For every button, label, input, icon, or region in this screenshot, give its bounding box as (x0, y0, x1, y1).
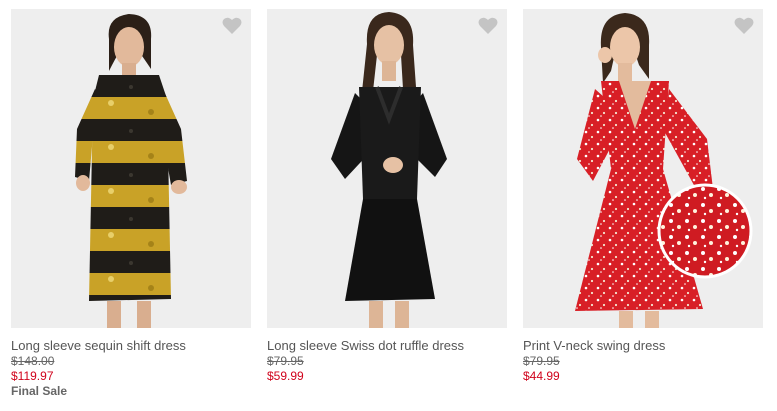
product-card: Long sleeve sequin shift dress $148.00 $… (11, 9, 251, 399)
product-card: Print V-neck swing dress $79.95 $44.99 (523, 9, 763, 384)
sale-price: $59.99 (267, 369, 304, 383)
product-image[interactable] (267, 9, 507, 328)
sale-price: $119.97 (11, 369, 54, 383)
heart-icon[interactable] (478, 17, 498, 35)
product-image[interactable] (523, 9, 763, 328)
product-info: Long sleeve sequin shift dress $148.00 $… (11, 328, 251, 399)
product-info: Print V-neck swing dress $79.95 $44.99 (523, 328, 763, 384)
product-card: Long sleeve Swiss dot ruffle dress $79.9… (267, 9, 507, 384)
product-name[interactable]: Long sleeve Swiss dot ruffle dress (267, 338, 507, 354)
product-name[interactable]: Long sleeve sequin shift dress (11, 338, 251, 354)
sale-price: $44.99 (523, 369, 560, 383)
product-grid: Long sleeve sequin shift dress $148.00 $… (0, 0, 777, 411)
original-price: $79.95 (267, 354, 304, 368)
heart-icon[interactable] (734, 17, 754, 35)
heart-icon[interactable] (222, 17, 242, 35)
product-info: Long sleeve Swiss dot ruffle dress $79.9… (267, 328, 507, 384)
product-name[interactable]: Print V-neck swing dress (523, 338, 763, 354)
original-price: $148.00 (11, 354, 55, 368)
original-price: $79.95 (523, 354, 560, 368)
final-sale-badge: Final Sale (11, 384, 68, 398)
product-image[interactable] (11, 9, 251, 328)
